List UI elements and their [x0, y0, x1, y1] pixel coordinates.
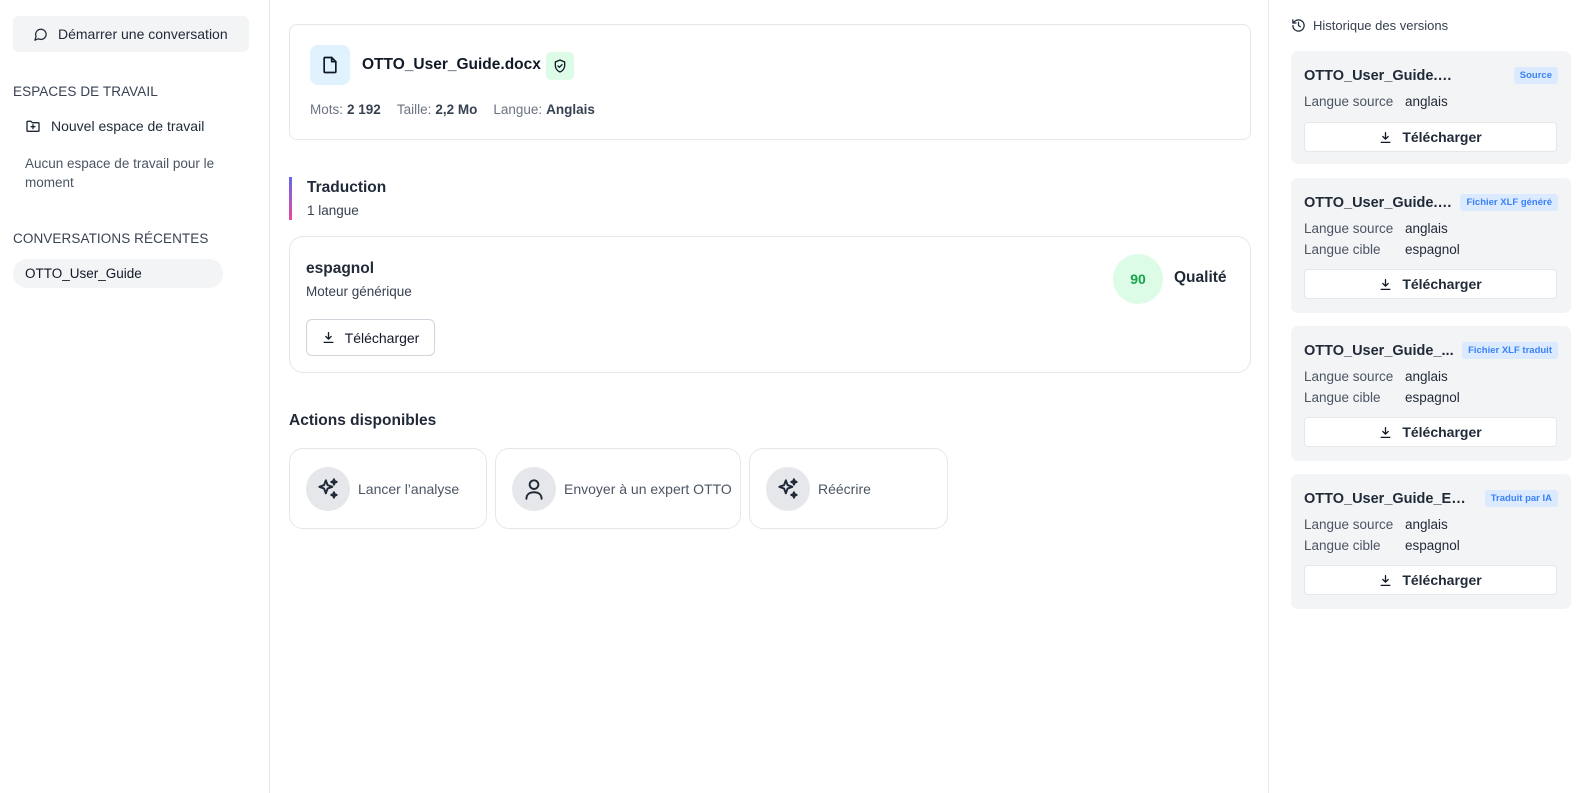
- word-count-value: 2 192: [347, 102, 381, 117]
- file-size-label: Taille:: [396, 102, 432, 117]
- download-version-button[interactable]: Télécharger: [1304, 122, 1557, 152]
- source-language-value: anglais: [1405, 369, 1448, 384]
- chat-bubble-icon: [34, 28, 47, 41]
- quality-label: Qualité: [1174, 269, 1227, 286]
- quality-score-badge: 90: [1113, 254, 1163, 304]
- version-badge: Traduit par IA: [1484, 490, 1558, 507]
- workspaces-heading: ESPACES DE TRAVAIL: [13, 84, 158, 99]
- source-language-row: Langue source anglais: [1304, 94, 1448, 109]
- source-language-row: Langue source anglais: [1304, 221, 1448, 236]
- source-language-row: Langue source anglais: [1304, 369, 1448, 384]
- recent-conversations-heading: CONVERSATIONS RÉCENTES: [13, 231, 209, 246]
- download-label: Télécharger: [344, 329, 420, 346]
- version-badge: Fichier XLF généré: [1460, 194, 1558, 211]
- source-language-label: Langue source: [1304, 221, 1394, 236]
- file-language: Langue: Anglais: [493, 102, 595, 117]
- translation-card: espagnol Moteur générique 90 Qualité Tél…: [289, 236, 1251, 373]
- download-label: Télécharger: [1402, 424, 1482, 440]
- sparkles-icon: [306, 466, 350, 511]
- rewrite-button[interactable]: Réécrire: [749, 448, 948, 529]
- download-icon: [1380, 131, 1391, 143]
- version-file-name: OTTO_User_Guide.docx: [1304, 68, 1459, 84]
- start-conversation-button[interactable]: Démarrer une conversation: [13, 16, 249, 52]
- source-language-label: Langue source: [1304, 517, 1394, 532]
- download-version-button[interactable]: Télécharger: [1304, 565, 1557, 595]
- history-icon: [1292, 19, 1305, 32]
- translation-engine: Moteur générique: [306, 284, 412, 299]
- main-content: OTTO_User_Guide.docx Mots: 2 192 Taille: 2…: [270, 0, 1268, 793]
- new-workspace-button[interactable]: Nouvel espace de travail: [25, 118, 204, 134]
- version-history-panel: Historique des versions OTTO_User_Guide.…: [1268, 0, 1587, 793]
- source-language-value: anglais: [1405, 94, 1448, 109]
- download-version-button[interactable]: Télécharger: [1304, 269, 1557, 299]
- recent-conversation-item[interactable]: OTTO_User_Guide: [13, 259, 223, 288]
- user-icon: [512, 466, 556, 511]
- start-conversation-label: Démarrer une conversation: [58, 26, 228, 42]
- file-card: OTTO_User_Guide.docx Mots: 2 192 Taille: 2…: [289, 24, 1251, 140]
- no-workspace-text: Aucun espace de travail pour le moment: [25, 156, 215, 190]
- send-to-expert-label: Envoyer à un expert OTTO: [564, 480, 732, 497]
- rewrite-label: Réécrire: [818, 480, 871, 497]
- target-language-row: Langue cible espagnol: [1304, 390, 1460, 405]
- file-name: OTTO_User_Guide.docx: [362, 56, 541, 73]
- source-language-value: anglais: [1405, 517, 1448, 532]
- actions-heading: Actions disponibles: [289, 412, 437, 429]
- translation-section-header: Traduction 1 langue: [289, 177, 387, 220]
- file-language-value: Anglais: [546, 102, 595, 117]
- target-language-row: Langue cible espagnol: [1304, 538, 1460, 553]
- source-language-label: Langue source: [1304, 369, 1394, 384]
- folder-plus-icon: [26, 120, 40, 132]
- source-language-label: Langue source: [1304, 94, 1394, 109]
- target-language-value: espagnol: [1405, 390, 1460, 405]
- target-language-label: Langue cible: [1304, 242, 1381, 257]
- file-language-label: Langue:: [493, 102, 543, 117]
- version-badge: Fichier XLF traduit: [1462, 342, 1558, 359]
- download-icon: [1380, 278, 1391, 290]
- source-language-row: Langue source anglais: [1304, 517, 1448, 532]
- target-language-row: Langue cible espagnol: [1304, 242, 1460, 257]
- target-language-label: Langue cible: [1304, 390, 1381, 405]
- download-translation-button[interactable]: Télécharger: [306, 319, 435, 356]
- download-icon: [323, 331, 334, 344]
- download-version-button[interactable]: Télécharger: [1304, 417, 1557, 447]
- version-card: OTTO_User_Guide_EN_... Traduit par IA La…: [1291, 474, 1571, 609]
- translation-title: Traduction: [307, 179, 387, 196]
- file-size: Taille: 2,2 Mo: [397, 102, 478, 117]
- word-count: Mots: 2 192: [310, 102, 381, 117]
- version-file-name: OTTO_User_Guide.d...: [1304, 195, 1454, 211]
- new-workspace-label: Nouvel espace de travail: [51, 118, 205, 134]
- version-history-title: Historique des versions: [1313, 18, 1449, 33]
- translation-subtitle: 1 langue: [307, 203, 359, 218]
- download-label: Télécharger: [1402, 129, 1482, 145]
- file-size-value: 2,2 Mo: [435, 102, 478, 117]
- target-language: espagnol: [306, 260, 375, 277]
- version-card: OTTO_User_Guide.docx Source Langue sourc…: [1291, 51, 1571, 164]
- download-label: Télécharger: [1402, 572, 1482, 588]
- document-icon: [310, 45, 350, 85]
- version-file-name: OTTO_User_Guide_...: [1304, 343, 1454, 359]
- word-count-label: Mots:: [310, 102, 344, 117]
- target-language-value: espagnol: [1405, 242, 1460, 257]
- target-language-label: Langue cible: [1304, 538, 1381, 553]
- file-metadata: Mots: 2 192 Taille: 2,2 Mo Langue: Anglais: [310, 102, 595, 117]
- target-language-value: espagnol: [1405, 538, 1460, 553]
- shield-check-icon: [546, 52, 574, 80]
- sparkles-icon: [766, 466, 810, 511]
- version-card: OTTO_User_Guide.d... Fichier XLF généré …: [1291, 178, 1571, 313]
- version-history-heading: Historique des versions: [1291, 18, 1448, 33]
- run-analysis-button[interactable]: Lancer l’analyse: [289, 448, 487, 529]
- sidebar: Démarrer une conversation ESPACES DE TRA…: [0, 0, 270, 793]
- download-icon: [1380, 574, 1391, 586]
- version-file-name: OTTO_User_Guide_EN_...: [1304, 491, 1474, 507]
- source-language-value: anglais: [1405, 221, 1448, 236]
- version-card: OTTO_User_Guide_... Fichier XLF traduit …: [1291, 326, 1571, 461]
- send-to-expert-button[interactable]: Envoyer à un expert OTTO: [495, 448, 741, 529]
- version-badge: Source: [1513, 67, 1558, 84]
- download-icon: [1380, 426, 1391, 438]
- download-label: Télécharger: [1402, 276, 1482, 292]
- run-analysis-label: Lancer l’analyse: [358, 480, 460, 497]
